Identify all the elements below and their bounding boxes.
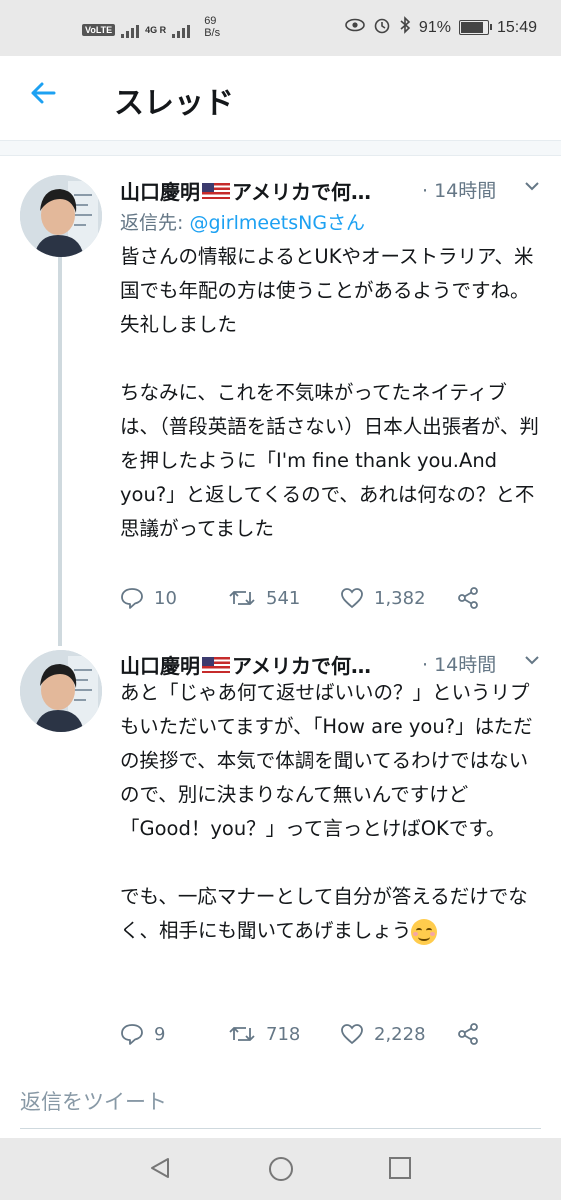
bluetooth-icon [399,16,411,39]
chevron-down-icon[interactable] [524,652,540,672]
network-speed: 69 B/s [204,15,220,39]
eye-icon [345,18,365,37]
retweet-button[interactable]: 541 [228,587,340,609]
reply-to: 返信先: @girlmeetsNGさん [120,208,365,235]
back-arrow-icon[interactable] [28,78,58,116]
like-count: 2,228 [374,1023,426,1045]
reply-composer: 返信をツイート [0,1070,561,1136]
us-flag-icon [202,182,230,199]
reply-to-user[interactable]: @girlmeetsNGさん [189,212,365,234]
tweet-text-content: あと「じゃあ何て返せばいいの？」というリプもいただいてますが、「How are … [120,681,533,942]
reply-input[interactable]: 返信をツイート [20,1086,167,1116]
tweet-actions: 10 541 1,382 [120,586,480,610]
page-title: スレッド [114,86,234,121]
network-label: 4G R [145,25,167,35]
like-button[interactable]: 2,228 [340,1023,456,1045]
status-bar: VoLTE 4G R 69 B/s 91% 15:49 [0,0,561,56]
reply-count: 9 [154,1023,166,1045]
share-button[interactable] [456,1022,480,1046]
author-name[interactable]: 山口慶明 アメリカで何… [120,650,371,679]
status-left: VoLTE 4G R 69 B/s [82,15,220,42]
like-count: 1,382 [374,587,426,609]
tweet-time[interactable]: · 14時間 [422,176,496,203]
speed-value: 69 [204,15,217,27]
smiling-face-emoji [411,918,438,945]
retweet-icon [228,1023,256,1045]
share-icon [456,1022,480,1046]
app-header: スレッド [0,56,561,141]
android-nav-bar [0,1138,561,1200]
divider [0,141,561,156]
retweet-count: 541 [266,587,301,609]
reply-button[interactable]: 10 [120,586,228,610]
tweet-time[interactable]: · 14時間 [422,650,496,677]
status-right: 91% 15:49 [345,16,537,39]
reply-count: 10 [154,587,177,609]
tweet-actions: 9 718 2,228 [120,1022,480,1046]
nav-home-icon[interactable] [268,1156,294,1186]
like-icon [340,1023,364,1045]
reply-button[interactable]: 9 [120,1022,228,1046]
avatar[interactable] [20,650,102,732]
share-button[interactable] [456,586,480,610]
retweet-icon [228,587,256,609]
retweet-count: 718 [266,1023,301,1045]
tweet-text: 皆さんの情報によるとUKやオーストラリア、米国でも年配の方は使うことがあるようで… [120,245,539,540]
speed-unit: B/s [204,27,221,39]
reply-to-label: 返信先: [120,212,190,234]
like-button[interactable]: 1,382 [340,587,456,609]
like-icon [340,587,364,609]
reply-underline [20,1128,541,1129]
nav-back-icon[interactable] [148,1156,172,1184]
reply-icon [120,1022,144,1046]
chevron-down-icon[interactable] [524,178,540,198]
signal-icon-2 [172,22,191,38]
tweet-text: あと「じゃあ何て返せばいいの？」というリプもいただいてますが、「How are … [120,676,545,948]
author-name-text: 山口慶明 [120,654,200,678]
retweet-button[interactable]: 718 [228,1023,340,1045]
signal-icon [121,22,140,38]
clock: 15:49 [496,18,537,36]
author-name-text: 山口慶明 [120,180,200,204]
alarm-icon [373,16,391,39]
author-name[interactable]: 山口慶明 アメリカで何… [120,176,371,205]
battery-icon [458,20,492,35]
nav-recents-icon[interactable] [388,1156,412,1184]
reply-icon [120,586,144,610]
author-name-suffix: アメリカで何… [232,654,371,678]
us-flag-icon [202,656,230,673]
author-name-suffix: アメリカで何… [232,180,371,204]
battery-percent: 91% [418,18,451,36]
avatar[interactable] [20,175,102,257]
volte-badge: VoLTE [82,24,116,36]
thread-connector [58,256,62,646]
share-icon [456,586,480,610]
